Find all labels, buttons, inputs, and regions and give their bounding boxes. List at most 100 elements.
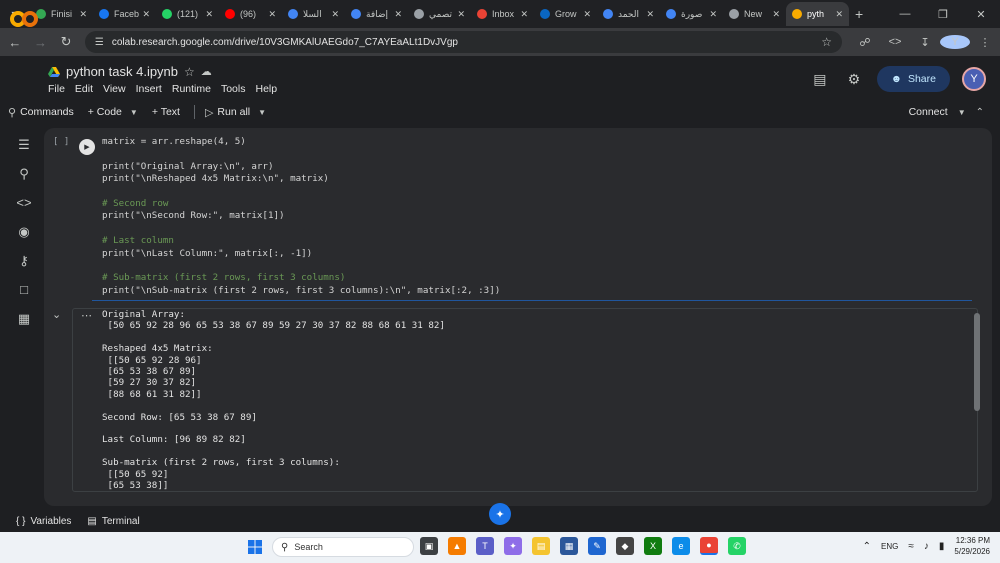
browser-tab[interactable]: تصمي ✕	[408, 2, 471, 26]
browser-tab[interactable]: Inbox ✕	[471, 2, 534, 26]
browser-tab[interactable]: إضافة ✕	[345, 2, 408, 26]
close-tab-icon[interactable]: ✕	[520, 9, 528, 20]
secrets-key-icon[interactable]: ⚷	[8, 246, 40, 275]
store-icon[interactable]: ▦	[560, 537, 578, 555]
volume-icon[interactable]: ♪	[924, 541, 929, 552]
close-tab-icon[interactable]: ✕	[79, 9, 87, 20]
file-explorer-icon[interactable]: ▤	[532, 537, 550, 555]
settings-gear-icon[interactable]: ⚙	[843, 71, 865, 88]
close-tab-icon[interactable]: ✕	[142, 9, 150, 20]
browser-tab[interactable]: (121) ✕	[156, 2, 219, 26]
url-text[interactable]: colab.research.google.com/drive/10V3GMKA…	[112, 37, 821, 48]
edge-icon[interactable]: e	[672, 537, 690, 555]
chevron-down-icon[interactable]: ▼	[958, 108, 966, 117]
maximize-icon[interactable]: ❐	[924, 8, 962, 21]
chevron-down-icon[interactable]: ▼	[130, 108, 138, 117]
table-of-contents-icon[interactable]: ☰	[8, 130, 40, 159]
wifi-icon[interactable]: ≈	[908, 541, 914, 552]
new-tab-button[interactable]: +	[855, 6, 863, 22]
close-tab-icon[interactable]: ✕	[709, 9, 717, 20]
run-cell-button[interactable]: ▶	[79, 139, 95, 155]
menu-item-edit[interactable]: Edit	[75, 83, 93, 95]
browser-tab[interactable]: Faceb ✕	[93, 2, 156, 26]
browser-tab[interactable]: صورة ✕	[660, 2, 723, 26]
download-icon[interactable]: ↧	[910, 36, 940, 49]
close-tab-icon[interactable]: ✕	[205, 9, 213, 20]
data-table-icon[interactable]: ▦	[8, 304, 40, 333]
browser-tab[interactable]: Grow ✕	[534, 2, 597, 26]
code-cell[interactable]: [ ] ▶ matrix = arr.reshape(4, 5) print("O…	[44, 130, 992, 302]
cube-app-icon[interactable]: ◆	[616, 537, 634, 555]
output-scrollbar[interactable]	[974, 313, 980, 411]
gemini-button[interactable]: ✦	[489, 503, 511, 525]
collapse-output-icon[interactable]: ⌄	[52, 308, 61, 321]
minimize-icon[interactable]: —	[886, 8, 924, 20]
run-all-button[interactable]: ▷ Run all ▼	[205, 106, 266, 119]
extensions-icon[interactable]: ☍	[850, 36, 880, 49]
connect-button[interactable]: Connect	[909, 106, 948, 118]
output-menu-icon[interactable]: ⋯	[81, 309, 92, 322]
variables-button[interactable]: { } Variables	[16, 516, 71, 527]
browser-menu-icon[interactable]: ⋮	[970, 36, 1000, 49]
menu-item-insert[interactable]: Insert	[136, 83, 162, 95]
menu-item-view[interactable]: View	[103, 83, 126, 95]
clock[interactable]: 12:36 PM 5/29/2026	[954, 535, 990, 557]
notebook-title[interactable]: python task 4.ipynb	[66, 64, 178, 79]
add-text-button[interactable]: + Text	[152, 106, 180, 118]
browser-tab[interactable]: pyth ✕	[786, 2, 849, 26]
teams-icon[interactable]: T	[476, 537, 494, 555]
task-view-icon[interactable]: ▣	[420, 537, 438, 555]
close-tab-icon[interactable]: ✕	[331, 9, 339, 20]
close-window-icon[interactable]: ✕	[962, 8, 1000, 21]
chrome-icon[interactable]: ●	[700, 537, 718, 555]
code-snippets-icon[interactable]: <>	[8, 188, 40, 217]
language-indicator[interactable]: ENG	[881, 542, 898, 551]
browser-tab[interactable]: New ✕	[723, 2, 786, 26]
share-button[interactable]: ☻ Share	[876, 66, 950, 92]
vlc-icon[interactable]: ▲	[448, 537, 466, 555]
commands-button[interactable]: ⚲ Commands	[8, 106, 74, 119]
xbox-icon[interactable]: X	[644, 537, 662, 555]
close-tab-icon[interactable]: ✕	[646, 9, 654, 20]
close-tab-icon[interactable]: ✕	[835, 9, 843, 20]
menu-item-runtime[interactable]: Runtime	[172, 83, 211, 95]
forward-icon[interactable]: →	[30, 35, 52, 50]
terminal-button[interactable]: ▤ Terminal	[87, 516, 139, 527]
comments-icon[interactable]: ▤	[809, 71, 831, 88]
pen-app-icon[interactable]: ✎	[588, 537, 606, 555]
windows-start-icon[interactable]	[248, 540, 262, 554]
bookmark-star-icon[interactable]: ☆	[821, 35, 832, 49]
chevron-down-icon[interactable]: ▼	[258, 108, 266, 117]
close-tab-icon[interactable]: ✕	[394, 9, 402, 20]
reload-icon[interactable]: ↻	[55, 34, 77, 50]
close-tab-icon[interactable]: ✕	[457, 9, 465, 20]
cloud-saved-icon[interactable]: ☁	[201, 65, 212, 78]
colab-logo-icon[interactable]	[10, 10, 38, 28]
user-avatar[interactable]: Y	[962, 67, 986, 91]
menu-item-file[interactable]: File	[48, 83, 65, 95]
browser-tab[interactable]: الحمد ✕	[597, 2, 660, 26]
profile-button[interactable]: Y	[940, 35, 970, 49]
back-icon[interactable]: ←	[4, 35, 26, 50]
chevron-up-icon[interactable]: ⌃	[976, 107, 984, 118]
variables-inspector-icon[interactable]: ◉	[8, 217, 40, 246]
whatsapp-icon[interactable]: ✆	[728, 537, 746, 555]
browser-tab[interactable]: Finisi ✕	[30, 2, 93, 26]
menu-item-help[interactable]: Help	[255, 83, 277, 95]
battery-icon[interactable]: ▮	[939, 541, 945, 552]
show-hidden-icons-icon[interactable]: ⌃	[863, 541, 871, 552]
omnibox[interactable]: ☰ colab.research.google.com/drive/10V3GM…	[84, 31, 842, 53]
close-tab-icon[interactable]: ✕	[583, 9, 591, 20]
add-code-button[interactable]: + Code ▼	[88, 106, 138, 118]
files-folder-icon[interactable]: □	[8, 275, 40, 304]
site-info-icon[interactable]: ☰	[95, 37, 104, 48]
close-tab-icon[interactable]: ✕	[268, 9, 276, 20]
star-icon[interactable]: ☆	[184, 65, 195, 79]
copilot-icon[interactable]: ✦	[504, 537, 522, 555]
devtools-icon[interactable]: <>	[880, 36, 910, 48]
taskbar-search[interactable]: ⚲ Search	[272, 537, 414, 557]
menu-item-tools[interactable]: Tools	[221, 83, 246, 95]
code-editor[interactable]: matrix = arr.reshape(4, 5) print("Origina…	[102, 136, 500, 297]
close-tab-icon[interactable]: ✕	[772, 9, 780, 20]
browser-tab[interactable]: (96) ✕	[219, 2, 282, 26]
